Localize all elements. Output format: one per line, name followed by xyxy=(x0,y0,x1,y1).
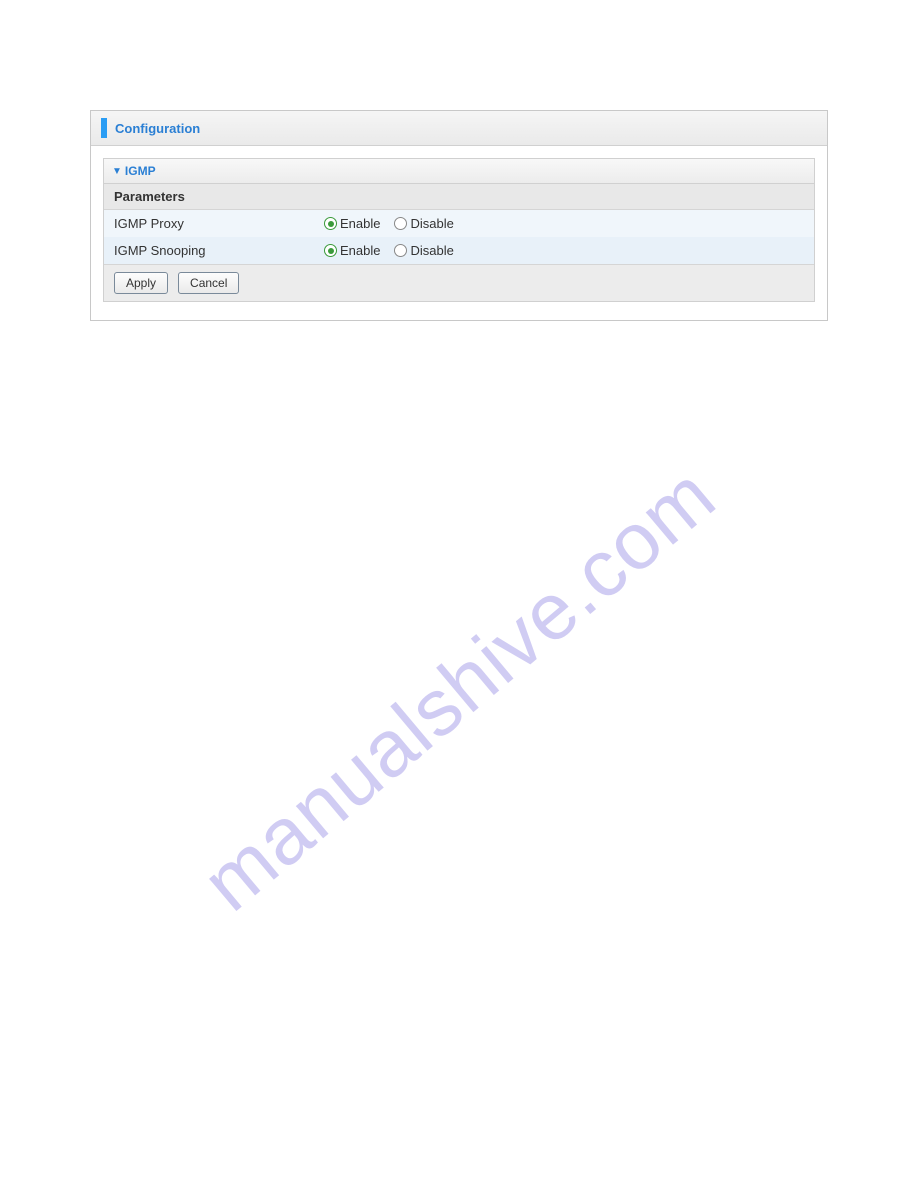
igmp-proxy-enable-option[interactable]: Enable xyxy=(324,216,380,231)
chevron-down-icon: ▼ xyxy=(112,166,122,177)
igmp-section: ▼ IGMP Parameters IGMP Proxy Enable Disa… xyxy=(103,158,815,302)
igmp-proxy-options: Enable Disable xyxy=(324,216,454,231)
accent-bar xyxy=(101,118,107,138)
igmp-proxy-disable-option[interactable]: Disable xyxy=(394,216,453,231)
panel-title: Configuration xyxy=(115,121,200,136)
igmp-snooping-options: Enable Disable xyxy=(324,243,454,258)
radio-label: Disable xyxy=(410,243,453,258)
configuration-panel: Configuration ▼ IGMP Parameters IGMP Pro… xyxy=(90,110,828,321)
cancel-button[interactable]: Cancel xyxy=(178,272,239,294)
apply-button[interactable]: Apply xyxy=(114,272,168,294)
radio-label: Disable xyxy=(410,216,453,231)
igmp-proxy-row: IGMP Proxy Enable Disable xyxy=(104,210,814,237)
igmp-snooping-row: IGMP Snooping Enable Disable xyxy=(104,237,814,264)
radio-icon[interactable] xyxy=(394,217,407,230)
radio-label: Enable xyxy=(340,243,380,258)
panel-header: Configuration xyxy=(91,111,827,146)
radio-icon[interactable] xyxy=(324,244,337,257)
igmp-snooping-disable-option[interactable]: Disable xyxy=(394,243,453,258)
igmp-snooping-label: IGMP Snooping xyxy=(114,243,324,258)
radio-label: Enable xyxy=(340,216,380,231)
radio-icon[interactable] xyxy=(324,217,337,230)
igmp-proxy-label: IGMP Proxy xyxy=(114,216,324,231)
section-title: IGMP xyxy=(125,164,156,178)
section-header[interactable]: ▼ IGMP xyxy=(104,159,814,184)
panel-body: ▼ IGMP Parameters IGMP Proxy Enable Disa… xyxy=(91,146,827,320)
parameters-header: Parameters xyxy=(104,184,814,210)
button-row: Apply Cancel xyxy=(104,264,814,301)
igmp-snooping-enable-option[interactable]: Enable xyxy=(324,243,380,258)
watermark-text: manualshive.com xyxy=(185,449,732,929)
radio-icon[interactable] xyxy=(394,244,407,257)
